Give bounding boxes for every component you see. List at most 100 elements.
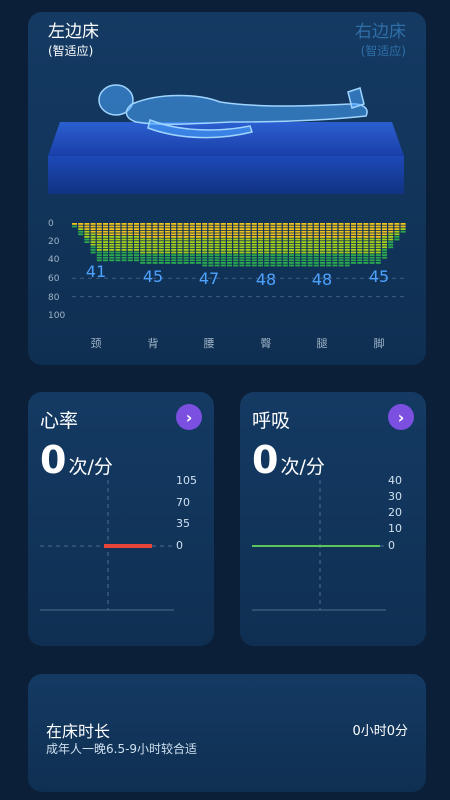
- pressure-bar-segment: [146, 236, 152, 238]
- pressure-bar-segment: [109, 236, 115, 238]
- pressure-bar-segment: [183, 259, 189, 262]
- pressure-bar-segment: [177, 230, 183, 233]
- heart-rate-detail-button[interactable]: ›: [176, 404, 202, 430]
- pressure-bar-segment: [189, 256, 195, 259]
- pressure-bar-segment: [357, 225, 363, 228]
- pressure-bar-segment: [214, 230, 220, 233]
- pressure-bar-segment: [90, 223, 96, 225]
- pressure-bar-segment: [270, 236, 276, 238]
- pressure-bar-segment: [177, 241, 183, 243]
- pressure-bar-segment: [357, 249, 363, 251]
- pressure-bar-segment: [171, 251, 177, 254]
- breathing-card[interactable]: 呼吸 › 0 次/分 40 30 20 10 0: [240, 392, 426, 646]
- pressure-bar-segment: [109, 243, 115, 246]
- pressure-bar-segment: [78, 225, 84, 228]
- pressure-bar-segment: [115, 225, 121, 228]
- pressure-bar-segment: [289, 238, 294, 241]
- pressure-bar-segment: [103, 256, 108, 259]
- pressure-bar-segment: [251, 223, 257, 225]
- pressure-bar-segment: [227, 230, 232, 233]
- pressure-bar-segment: [171, 238, 177, 241]
- pressure-bar-segment: [146, 259, 152, 262]
- pressure-bar-segment: [258, 241, 263, 243]
- pressure-bar-segment: [375, 243, 381, 246]
- pressure-bar-segment: [363, 233, 369, 236]
- pressure-bar-segment: [258, 243, 263, 246]
- pressure-bar-segment: [307, 243, 313, 246]
- pressure-bar-segment: [196, 246, 201, 249]
- pressure-bar-segment: [245, 264, 251, 267]
- pressure-bar-segment: [295, 251, 301, 254]
- pressure-bar-segment: [239, 264, 245, 267]
- pressure-bar-segment: [165, 233, 170, 236]
- pressure-bar-segment: [245, 241, 251, 243]
- pressure-bar-segment: [307, 233, 313, 236]
- pressure-bar-segment: [295, 249, 301, 251]
- pressure-bar-segment: [220, 259, 226, 262]
- pressure-bar-segment: [313, 243, 319, 246]
- pressure-bar-segment: [109, 241, 115, 243]
- pressure-bar-segment: [344, 230, 350, 233]
- pressure-bar-segment: [140, 238, 146, 241]
- pressure-bar-segment: [363, 241, 369, 243]
- pressure-bar-segment: [382, 236, 387, 238]
- pressure-bar-segment: [121, 254, 127, 256]
- pressure-bar-segment: [245, 259, 251, 262]
- pressure-bar-segment: [344, 256, 350, 259]
- pressure-bar-segment: [375, 262, 381, 264]
- pressure-bar-segment: [382, 246, 387, 249]
- pressure-bar-segment: [251, 241, 257, 243]
- pressure-bar-segment: [109, 249, 115, 251]
- pressure-bar-segment: [338, 225, 344, 228]
- pressure-y-tick: 0: [48, 219, 54, 229]
- breathing-detail-button[interactable]: ›: [388, 404, 414, 430]
- pressure-bar-segment: [202, 228, 208, 230]
- pressure-bar-segment: [357, 241, 363, 243]
- pressure-bar-segment: [270, 238, 276, 241]
- pressure-bar-segment: [140, 249, 146, 251]
- pressure-bar-segment: [326, 259, 332, 262]
- pressure-bar-segment: [289, 262, 294, 264]
- pressure-bar-segment: [357, 243, 363, 246]
- pressure-bar-segment: [233, 262, 239, 264]
- pressure-bar-segment: [152, 254, 158, 256]
- pressure-bar-segment: [270, 251, 276, 254]
- pressure-bar-segment: [375, 233, 381, 236]
- pressure-bar-segment: [158, 259, 164, 262]
- pressure-bar-segment: [338, 230, 344, 233]
- pressure-bar-segment: [208, 259, 214, 262]
- pressure-bar-segment: [196, 225, 201, 228]
- pressure-bar-segment: [313, 230, 319, 233]
- pressure-bar-segment: [158, 249, 164, 251]
- pressure-bar-segment: [338, 264, 344, 267]
- pressure-bar-segment: [307, 225, 313, 228]
- heart-rate-card[interactable]: 心率 › 0 次/分 105 70 35 0: [28, 392, 214, 646]
- pressure-bar-segment: [158, 233, 164, 236]
- pressure-bar-segment: [344, 241, 350, 243]
- pressure-bar-segment: [177, 223, 183, 225]
- pressure-bar-segment: [115, 230, 121, 233]
- pressure-bar-segment: [165, 243, 170, 246]
- pressure-bar-segment: [326, 236, 332, 238]
- pressure-bar-segment: [239, 262, 245, 264]
- pressure-bar-segment: [140, 243, 146, 246]
- pressure-bar-segment: [152, 228, 158, 230]
- pressure-bar-segment: [258, 254, 263, 256]
- pressure-bar-segment: [90, 230, 96, 233]
- bed-pressure-card: 左边床 (智适应) 右边床 (智适应) 0 20 40 60 80 100 41…: [28, 12, 426, 365]
- pressure-bar-segment: [320, 228, 325, 230]
- pressure-bar-segment: [307, 246, 313, 249]
- pressure-bar-segment: [208, 233, 214, 236]
- pressure-bar-segment: [282, 262, 288, 264]
- pressure-bar-segment: [227, 243, 232, 246]
- pressure-bar-segment: [202, 233, 208, 236]
- pressure-bar-segment: [245, 256, 251, 259]
- pressure-bar-segment: [264, 238, 270, 241]
- pressure-bar-segment: [127, 225, 133, 228]
- pressure-bar-segment: [171, 223, 177, 225]
- pressure-bar-segment: [338, 241, 344, 243]
- pressure-bar-segment: [146, 256, 152, 259]
- pressure-bar-segment: [258, 259, 263, 262]
- chevron-right-icon: ›: [185, 407, 193, 427]
- pressure-bar-segment: [301, 251, 307, 254]
